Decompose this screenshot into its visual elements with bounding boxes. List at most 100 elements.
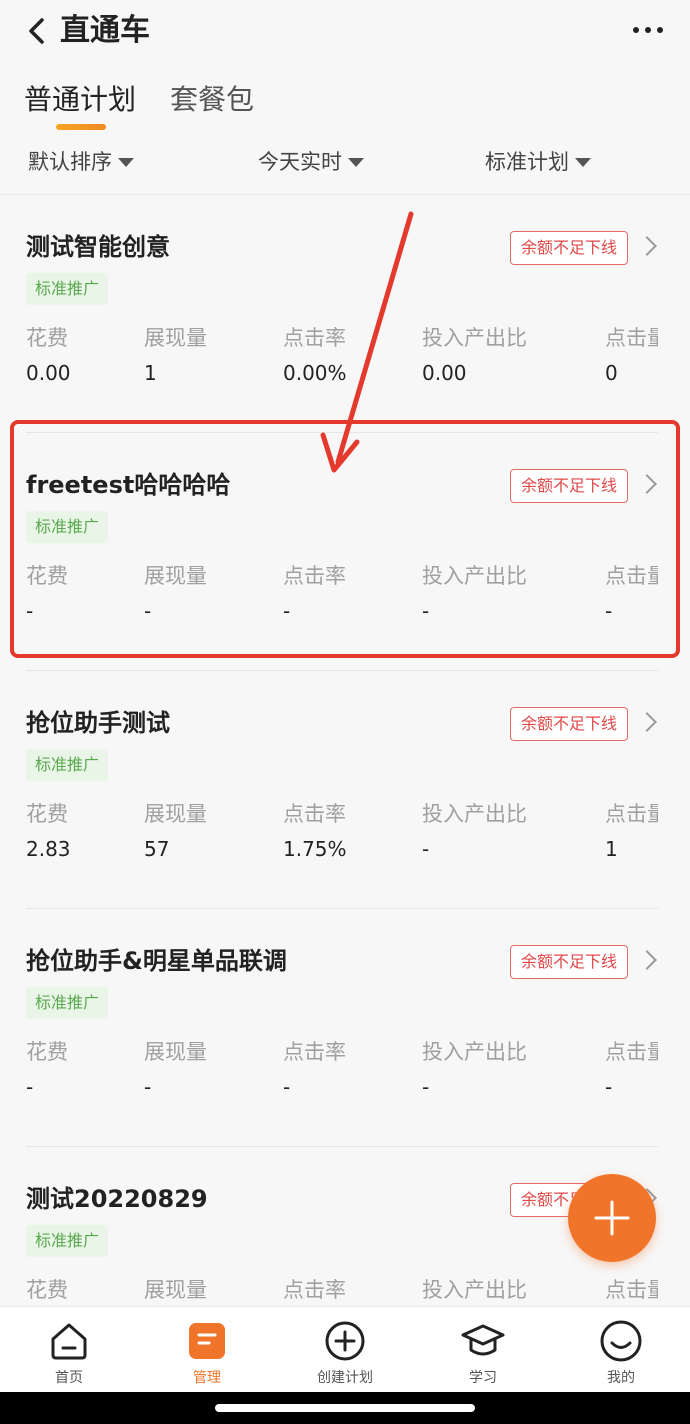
metric-label-impressions: 展现量: [144, 802, 207, 826]
plan-name: 抢位助手测试: [26, 709, 170, 737]
filter-plan-type[interactable]: 标准计划: [485, 140, 591, 184]
metric-value-impressions: -: [144, 1075, 152, 1099]
plan-list: 测试智能创意 余额不足下线 标准推广 花费 展现量 点击率 投入产出比 点击量 …: [0, 195, 690, 1305]
metric-value-cost: -: [26, 1075, 34, 1099]
tabbar-label: 管理: [193, 1370, 221, 1386]
tabbar-item-mine[interactable]: 我的: [552, 1307, 690, 1392]
metric-label-roi: 投入产出比: [422, 564, 527, 588]
metric-label-roi: 投入产出比: [422, 1278, 527, 1302]
caret-down-icon: [575, 157, 591, 167]
chevron-left-icon: [29, 18, 44, 44]
metric-label-cost: 花费: [26, 564, 68, 588]
home-indicator[interactable]: [215, 1404, 475, 1412]
plan-name: 抢位助手&明星单品联调: [26, 947, 287, 975]
metric-label-ctr: 点击率: [283, 1040, 346, 1064]
metric-value-cost: -: [26, 599, 34, 623]
metrics-overflow-fade: [658, 315, 690, 425]
header: 直通车 普通计划 套餐包 默认排序 今天实时 标准计划: [0, 0, 690, 195]
metric-value-roi: -: [422, 599, 430, 623]
bottom-tab-bar: 首页 管理 创建计划 学习 我的: [0, 1306, 690, 1392]
metrics-overflow-fade: [658, 791, 690, 901]
tabbar-label: 创建计划: [317, 1370, 373, 1386]
metric-value-impressions: 1: [144, 361, 157, 385]
more-dot: [657, 27, 663, 33]
plan-name: 测试智能创意: [26, 233, 170, 261]
status-badge: 余额不足下线: [509, 945, 628, 979]
status-badge: 余额不足下线: [509, 707, 628, 741]
tabbar-label: 我的: [607, 1370, 635, 1386]
metric-value-impressions: 57: [144, 837, 170, 861]
back-button[interactable]: [22, 14, 52, 48]
metric-label-cost: 花费: [26, 802, 68, 826]
metric-value-cost: 0.00: [26, 361, 71, 385]
metric-value-clicks: 1: [605, 837, 618, 861]
chevron-right-icon[interactable]: [637, 236, 657, 256]
metrics-overflow-fade: [658, 1029, 690, 1139]
metric-label-cost: 花费: [26, 326, 68, 350]
more-dots-icon: [633, 27, 639, 33]
status-badge: 余额不足下线: [509, 231, 628, 265]
metric-value-clicks: -: [605, 599, 613, 623]
metric-value-roi: -: [422, 837, 430, 861]
metric-value-cost: 2.83: [26, 837, 71, 861]
filter-label: 标准计划: [485, 150, 569, 174]
metric-label-roi: 投入产出比: [422, 802, 527, 826]
metric-value-clicks: 0: [605, 361, 618, 385]
metric-value-impressions: -: [144, 599, 152, 623]
metric-label-ctr: 点击率: [283, 564, 346, 588]
tab-package[interactable]: 套餐包: [170, 78, 254, 122]
metric-value-ctr: 0.00%: [283, 361, 347, 385]
metric-label-impressions: 展现量: [144, 1278, 207, 1302]
metric-label-ctr: 点击率: [283, 1278, 346, 1302]
page-title: 直通车: [60, 13, 150, 48]
metrics-overflow-fade: [658, 1267, 690, 1305]
plan-name: 测试20220829: [26, 1185, 208, 1213]
tab-normal-plan[interactable]: 普通计划: [24, 78, 136, 130]
plan-card[interactable]: 测试智能创意 余额不足下线 标准推广 花费 展现量 点击率 投入产出比 点击量 …: [0, 195, 690, 433]
add-circle-icon: [325, 1321, 365, 1361]
filter-label: 默认排序: [28, 150, 112, 174]
metric-label-cost: 花费: [26, 1278, 68, 1302]
plan-tag: 标准推广: [26, 273, 109, 305]
status-badge: 余额不足下线: [509, 469, 628, 503]
filter-bar: 默认排序 今天实时 标准计划: [0, 140, 690, 184]
add-plan-fab[interactable]: [568, 1174, 656, 1262]
metric-value-ctr: -: [283, 599, 291, 623]
filter-sort[interactable]: 默认排序: [28, 140, 134, 184]
tabbar-item-home[interactable]: 首页: [0, 1307, 138, 1392]
plan-card[interactable]: 抢位助手&明星单品联调 余额不足下线 标准推广 花费 展现量 点击率 投入产出比…: [0, 909, 690, 1147]
system-home-bar: [0, 1392, 690, 1424]
tabbar-item-create-plan[interactable]: 创建计划: [276, 1307, 414, 1392]
chevron-right-icon[interactable]: [637, 712, 657, 732]
metric-label-ctr: 点击率: [283, 802, 346, 826]
metric-label-roi: 投入产出比: [422, 1040, 527, 1064]
tabbar-label: 首页: [55, 1370, 83, 1386]
tabbar-item-manage[interactable]: 管理: [138, 1307, 276, 1392]
home-icon: [51, 1323, 87, 1360]
tabbar-item-learn[interactable]: 学习: [414, 1307, 552, 1392]
tabbar-label: 学习: [469, 1370, 497, 1386]
metric-value-roi: 0.00: [422, 361, 467, 385]
plan-tag: 标准推广: [26, 749, 109, 781]
metric-label-impressions: 展现量: [144, 564, 207, 588]
plan-card[interactable]: freetest哈哈哈哈 余额不足下线 标准推广 花费 展现量 点击率 投入产出…: [0, 433, 690, 671]
caret-down-icon: [348, 157, 364, 167]
more-dot: [645, 27, 651, 33]
metric-label-cost: 花费: [26, 1040, 68, 1064]
plus-icon: [594, 1200, 630, 1236]
metric-label-impressions: 展现量: [144, 326, 207, 350]
metrics-overflow-fade: [658, 553, 690, 663]
plan-tag: 标准推广: [26, 511, 109, 543]
plan-tag: 标准推广: [26, 1225, 109, 1257]
filter-time[interactable]: 今天实时: [258, 140, 364, 184]
metric-value-ctr: -: [283, 1075, 291, 1099]
chevron-right-icon[interactable]: [637, 474, 657, 494]
metric-label-ctr: 点击率: [283, 326, 346, 350]
plan-tabs: 普通计划 套餐包: [24, 78, 254, 130]
manage-icon: [189, 1323, 225, 1359]
chevron-right-icon[interactable]: [637, 950, 657, 970]
caret-down-icon: [118, 157, 134, 167]
more-button[interactable]: [630, 18, 666, 42]
plan-card[interactable]: 抢位助手测试 余额不足下线 标准推广 花费 展现量 点击率 投入产出比 点击量 …: [0, 671, 690, 909]
plan-name: freetest哈哈哈哈: [26, 471, 231, 499]
